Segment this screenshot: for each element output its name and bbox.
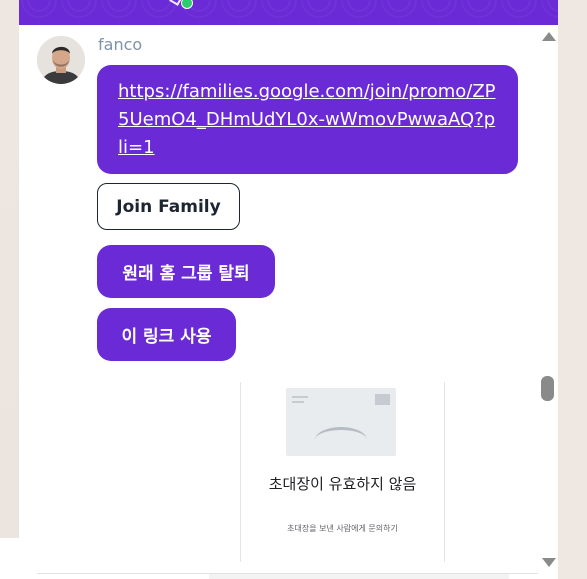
scroll-thumb[interactable]: [541, 376, 554, 401]
use-this-link-button[interactable]: 이 링크 사용: [97, 308, 236, 361]
invite-link[interactable]: https://families.google.com/join/promo/Z…: [118, 78, 497, 162]
chat-header: [19, 0, 558, 25]
divider: [37, 573, 540, 574]
scrollbar[interactable]: [538, 28, 558, 579]
scroll-up-arrow-icon[interactable]: [542, 32, 556, 41]
message-bubble: https://families.google.com/join/promo/Z…: [97, 65, 518, 174]
chat-window: fanco https://families.google.com/join/p…: [19, 0, 558, 579]
broken-envelope-icon: [286, 388, 396, 456]
sender-name[interactable]: fanco: [98, 35, 142, 54]
background-right: [558, 0, 587, 579]
avatar-photo-icon: [37, 36, 85, 84]
envelope-line: [292, 396, 308, 398]
scroll-down-arrow-icon[interactable]: [542, 558, 556, 567]
leave-home-group-button[interactable]: 원래 홈 그룹 탈퇴: [97, 245, 275, 298]
sad-mouth-shape: [315, 427, 367, 453]
background-left: [0, 0, 19, 579]
envelope-stamp: [375, 394, 390, 405]
envelope-line: [292, 401, 304, 403]
left-panel-edge: [0, 538, 19, 579]
invite-preview-card[interactable]: 초대장이 유효하지 않음 초대장을 보낸 사람에게 문의하기: [240, 382, 445, 562]
preview-subtitle: 초대장을 보낸 사람에게 문의하기: [287, 524, 398, 533]
join-family-button[interactable]: Join Family: [97, 183, 240, 230]
preview-title: 초대장이 유효하지 않음: [268, 475, 417, 493]
online-status-icon: [181, 0, 193, 9]
avatar[interactable]: [37, 36, 85, 84]
